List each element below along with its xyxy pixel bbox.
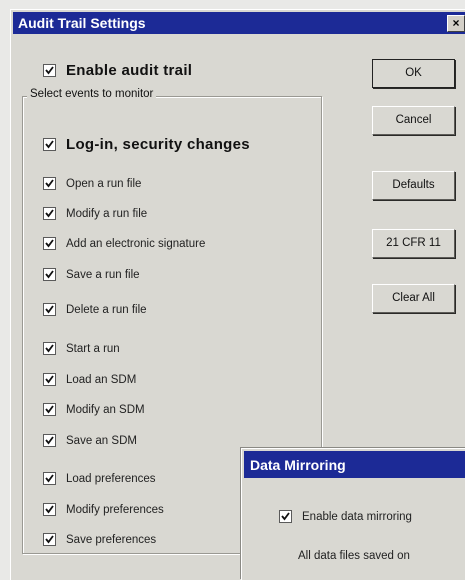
event-label: Modify a run file [66,207,148,220]
enable-audit-trail-checkbox[interactable]: Enable audit trail [43,62,192,79]
checkbox-checked-icon [43,237,56,250]
checkbox-checked-icon [43,268,56,281]
data-mirroring-dialog: Data Mirroring Enable data mirroring All… [241,448,465,580]
checkbox-checked-icon [43,207,56,220]
event-label: Modify preferences [66,503,164,516]
event-label: Load an SDM [66,373,137,386]
event-checkbox-load-sdm[interactable]: Load an SDM [43,373,136,386]
cfr-21-part-11-button[interactable]: 21 CFR 11 [372,229,455,258]
checkbox-checked-icon [43,472,56,485]
dialog-title: Audit Trail Settings [18,15,146,31]
clear-all-button[interactable]: Clear All [372,284,455,313]
event-checkbox-modify-sdm[interactable]: Modify an SDM [43,403,145,416]
cancel-button[interactable]: Cancel [372,106,455,135]
checkbox-checked-icon [43,138,56,151]
events-group-label: Select events to monitor [27,88,157,100]
event-label: Modify an SDM [66,403,145,416]
title-bar[interactable]: Audit Trail Settings × [13,12,465,34]
event-label: Save a run file [66,268,140,281]
enable-data-mirroring-label: Enable data mirroring [302,510,412,523]
event-label: Add an electronic signature [66,237,206,250]
event-label: Save preferences [66,533,157,546]
checkbox-checked-icon [43,503,56,516]
event-checkbox-login-security[interactable]: Log-in, security changes [43,136,250,153]
event-checkbox-save-preferences[interactable]: Save preferences [43,533,156,546]
event-checkbox-load-preferences[interactable]: Load preferences [43,472,156,485]
event-checkbox-delete-run-file[interactable]: Delete a run file [43,303,147,316]
checkbox-checked-icon [43,64,56,77]
event-checkbox-save-run-file[interactable]: Save a run file [43,268,140,281]
defaults-button[interactable]: Defaults [372,171,455,200]
checkbox-checked-icon [43,533,56,546]
event-checkbox-add-electronic-signature[interactable]: Add an electronic signature [43,237,205,250]
event-checkbox-modify-run-file[interactable]: Modify a run file [43,207,147,220]
checkbox-checked-icon [279,510,292,523]
checkbox-checked-icon [43,403,56,416]
checkbox-checked-icon [43,434,56,447]
event-label: Load preferences [66,472,156,485]
event-checkbox-start-run[interactable]: Start a run [43,342,120,355]
event-label: Log-in, security changes [66,136,250,153]
data-mirroring-title: Data Mirroring [250,457,346,473]
event-checkbox-open-run-file[interactable]: Open a run file [43,177,141,190]
checkbox-checked-icon [43,373,56,386]
enable-audit-trail-label: Enable audit trail [66,62,193,79]
ok-button[interactable]: OK [372,59,455,88]
event-checkbox-modify-preferences[interactable]: Modify preferences [43,503,164,516]
event-label: Save an SDM [66,434,137,447]
event-checkbox-save-sdm[interactable]: Save an SDM [43,434,137,447]
enable-data-mirroring-checkbox[interactable]: Enable data mirroring [279,510,412,523]
data-mirroring-title-bar[interactable]: Data Mirroring [244,451,465,478]
checkbox-checked-icon [43,177,56,190]
data-mirroring-description: All data files saved on [298,550,410,562]
close-button[interactable]: × [447,15,465,32]
checkbox-checked-icon [43,342,56,355]
close-icon: × [452,16,460,30]
event-label: Start a run [66,342,120,355]
event-label: Open a run file [66,177,142,190]
event-label: Delete a run file [66,303,147,316]
checkbox-checked-icon [43,303,56,316]
